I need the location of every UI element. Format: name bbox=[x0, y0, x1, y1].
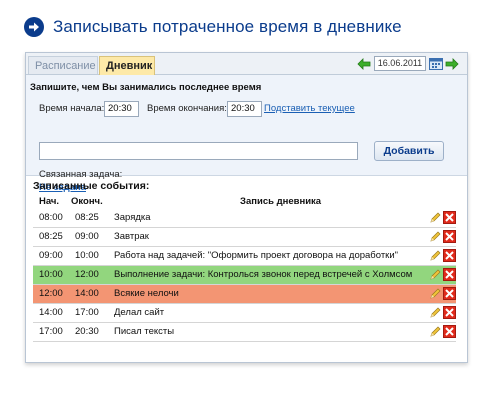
row-end-time: 14:00 bbox=[75, 288, 99, 299]
page-title: Записывать потраченное время в дневнике bbox=[53, 17, 402, 36]
row-actions bbox=[428, 249, 456, 262]
col-entry-header: Запись дневника bbox=[240, 196, 322, 207]
row-actions bbox=[428, 325, 456, 338]
pencil-icon[interactable] bbox=[429, 306, 442, 319]
delete-icon[interactable] bbox=[443, 268, 456, 281]
row-actions bbox=[428, 287, 456, 300]
table-row: 17:00 20:30 Писал тексты bbox=[33, 323, 456, 342]
row-end-time: 12:00 bbox=[75, 269, 99, 280]
row-start-time: 10:00 bbox=[39, 269, 63, 280]
row-start-time: 14:00 bbox=[39, 307, 63, 318]
row-entry-text: Работа над задачей: "Оформить проект дог… bbox=[114, 250, 399, 261]
row-start-time: 17:00 bbox=[39, 326, 63, 337]
pencil-icon[interactable] bbox=[429, 268, 442, 281]
delete-icon[interactable] bbox=[443, 287, 456, 300]
delete-icon[interactable] bbox=[443, 249, 456, 262]
row-end-time: 08:25 bbox=[75, 212, 99, 223]
row-end-time: 10:00 bbox=[75, 250, 99, 261]
row-end-time: 20:30 bbox=[75, 326, 99, 337]
events-heading: Записанные события: bbox=[33, 180, 150, 192]
row-entry-text: Завтрак bbox=[114, 231, 149, 242]
table-row: 08:25 09:00 Завтрак bbox=[33, 228, 456, 247]
arrow-right-icon bbox=[24, 17, 44, 37]
row-start-time: 08:25 bbox=[39, 231, 63, 242]
row-actions bbox=[428, 230, 456, 243]
events-table: 08:00 08:25 Зарядка 08:25 09:00 Завтрак 09:00 1… bbox=[33, 209, 456, 342]
row-entry-text: Делал сайт bbox=[114, 307, 165, 318]
row-actions bbox=[428, 306, 456, 319]
row-end-time: 17:00 bbox=[75, 307, 99, 318]
row-entry-text: Всякие нелочи bbox=[114, 288, 179, 299]
table-row: 10:00 12:00 Выполнение задачи: Контролься … bbox=[33, 266, 456, 285]
delete-icon[interactable] bbox=[443, 325, 456, 338]
pencil-icon[interactable] bbox=[429, 325, 442, 338]
row-entry-text: Писал тексты bbox=[114, 326, 175, 337]
row-start-time: 09:00 bbox=[39, 250, 63, 261]
row-start-time: 08:00 bbox=[39, 212, 63, 223]
delete-icon[interactable] bbox=[443, 306, 456, 319]
row-entry-text: Зарядка bbox=[114, 212, 151, 223]
row-entry-text: Выполнение задачи: Контролься звонок пер… bbox=[114, 269, 413, 280]
delete-icon[interactable] bbox=[443, 230, 456, 243]
delete-icon[interactable] bbox=[443, 211, 456, 224]
pencil-icon[interactable] bbox=[429, 249, 442, 262]
table-row: 12:00 14:00 Всякие нелочи bbox=[33, 285, 456, 304]
table-row: 09:00 10:00 Работа над задачей: "Оформить … bbox=[33, 247, 456, 266]
row-start-time: 12:00 bbox=[39, 288, 63, 299]
row-end-time: 09:00 bbox=[75, 231, 99, 242]
pencil-icon[interactable] bbox=[429, 230, 442, 243]
pencil-icon[interactable] bbox=[429, 211, 442, 224]
col-start-header: Нач. bbox=[39, 196, 60, 207]
events-table-header: Нач. Оконч. Запись дневника bbox=[33, 196, 456, 209]
pencil-icon[interactable] bbox=[429, 287, 442, 300]
events-section: Записанные события: Нач. Оконч. Запись д… bbox=[25, 52, 466, 361]
row-actions bbox=[428, 268, 456, 281]
page-header: Записывать потраченное время в дневнике bbox=[24, 14, 402, 40]
table-row: 08:00 08:25 Зарядка bbox=[33, 209, 456, 228]
col-end-header: Оконч. bbox=[71, 196, 103, 207]
row-actions bbox=[428, 211, 456, 224]
table-row: 14:00 17:00 Делал сайт bbox=[33, 304, 456, 323]
